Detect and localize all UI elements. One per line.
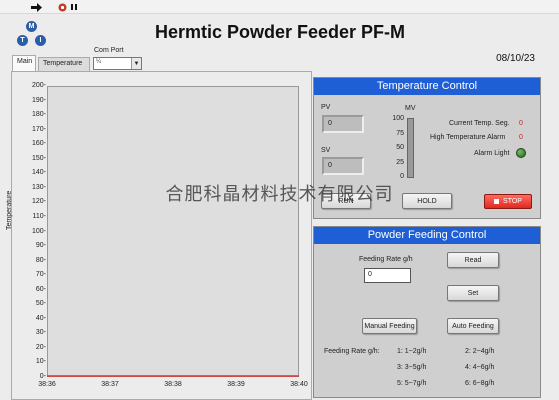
chevron-down-icon[interactable]: ▼ [131,58,141,69]
feeding-legend-item: 6: 6~8g/h [465,380,495,387]
mv-label: MV [405,105,416,112]
feeding-legend-item: 3: 3~5g/h [397,364,427,371]
y-tick-label: 30- [35,329,46,337]
hold-button[interactable]: HOLD [402,193,452,209]
y-tick-label: 170- [31,125,46,133]
current-temp-seg-label: Current Temp. Seg. [449,120,510,127]
mv-tick-label: 75 [396,129,404,137]
mv-tick-label: 50 [396,144,404,151]
read-button-label: Read [464,256,482,264]
com-port-label: Com Port [94,47,124,54]
y-tick-label: 40- [35,314,46,322]
stop-square-icon [494,199,500,204]
hold-button-label: HOLD [417,197,437,205]
y-tick-label: 100- [31,227,46,235]
y-tick-label: 120- [31,198,46,206]
high-temp-alarm-label: High Temperature Alarm [430,134,506,141]
mv-tick-label: 0 [400,173,404,180]
sv-label: SV [321,147,331,154]
feeding-rate-input[interactable]: 0 [364,268,411,283]
date-display: 08/10/23 [496,53,535,64]
powder-feeding-panel: Powder Feeding Control [313,226,541,398]
tab-main[interactable]: Main [12,55,36,71]
run-button[interactable]: RUN [321,193,371,209]
stop-button[interactable]: STOP [484,194,532,209]
y-tick-label: 80- [35,256,46,264]
y-tick-label: 200- [31,82,46,89]
feeding-legend-item: 2: 2~4g/h [465,348,495,355]
y-tick-label: 70- [35,271,46,279]
y-tick-label: 150- [31,154,46,162]
feeding-legend-item: 1: 1~2g/h [397,348,427,355]
run-button-label: RUN [338,197,354,205]
y-tick-label: 60- [35,285,46,293]
sv-input[interactable]: 0 [322,157,364,175]
mv-tick-label: 100 [392,115,404,122]
x-tick-label: 38:40 [290,381,308,388]
stop-button-label: STOP [503,198,522,205]
y-tick-label: 90- [35,242,46,250]
y-tick-label: 130- [31,183,46,191]
y-tick-label: 180- [31,111,46,119]
high-temp-alarm-value: 0 [519,134,523,141]
feeding-rate-label: Feeding Rate g/h [359,256,413,263]
y-tick-label: 10- [35,358,46,366]
x-tick-label: 38:36 [38,381,56,388]
chart-y-axis-label: Temperature [6,190,13,230]
logo-dot: M [26,21,37,32]
chart-series-layer [47,375,299,377]
powder-feeding-header: Powder Feeding Control [314,227,540,244]
read-button[interactable]: Read [447,252,499,268]
com-port-value: ¼ [96,59,102,65]
pv-label: PV [321,104,331,111]
temperature-control-header: Temperature Control [314,78,540,95]
com-port-select[interactable]: ¼ ▼ [93,57,142,70]
alarm-light-indicator [516,148,526,158]
x-tick-label: 38:38 [164,381,182,388]
toolbar [0,0,559,14]
pause-icon[interactable] [67,1,80,13]
alarm-light-label: Alarm Light [474,150,510,157]
app-title: Hermtic Powder Feeder PF-M [154,22,406,42]
feeding-legend-item: 5: 5~7g/h [397,380,427,387]
y-tick-label: 140- [31,169,46,177]
tab-temperature[interactable]: Temperature [38,57,90,71]
y-tick-label: 190- [31,96,46,104]
auto-feeding-button[interactable]: Auto Feeding [447,318,499,334]
current-temp-seg-value: 0 [519,120,523,127]
y-tick-label: 50- [35,300,46,308]
x-tick-label: 38:37 [101,381,119,388]
logo-dot: I [35,35,46,46]
pv-display: 0 [322,115,364,133]
mv-bar [407,118,414,178]
logo: M T I [17,21,47,51]
y-tick-label: 160- [31,140,46,148]
mv-tick-label: 25 [396,158,404,166]
y-tick-label: 20- [35,343,46,351]
logo-dot: T [17,35,28,46]
x-tick-label: 38:39 [227,381,245,388]
set-button[interactable]: Set [447,285,499,301]
set-button-label: Set [467,289,479,297]
feeding-legend-item: 4: 4~6g/h [465,364,495,371]
feeding-legend-title: Feeding Rate g/h: [324,348,380,355]
y-tick-label: 110- [32,212,47,220]
auto-feeding-label: Auto Feeding [452,322,494,330]
manual-feeding-label: Manual Feeding [364,322,415,330]
y-tick-label: 0- [39,373,46,380]
manual-feeding-button[interactable]: Manual Feeding [362,318,417,334]
run-arrow-icon[interactable] [30,1,43,13]
